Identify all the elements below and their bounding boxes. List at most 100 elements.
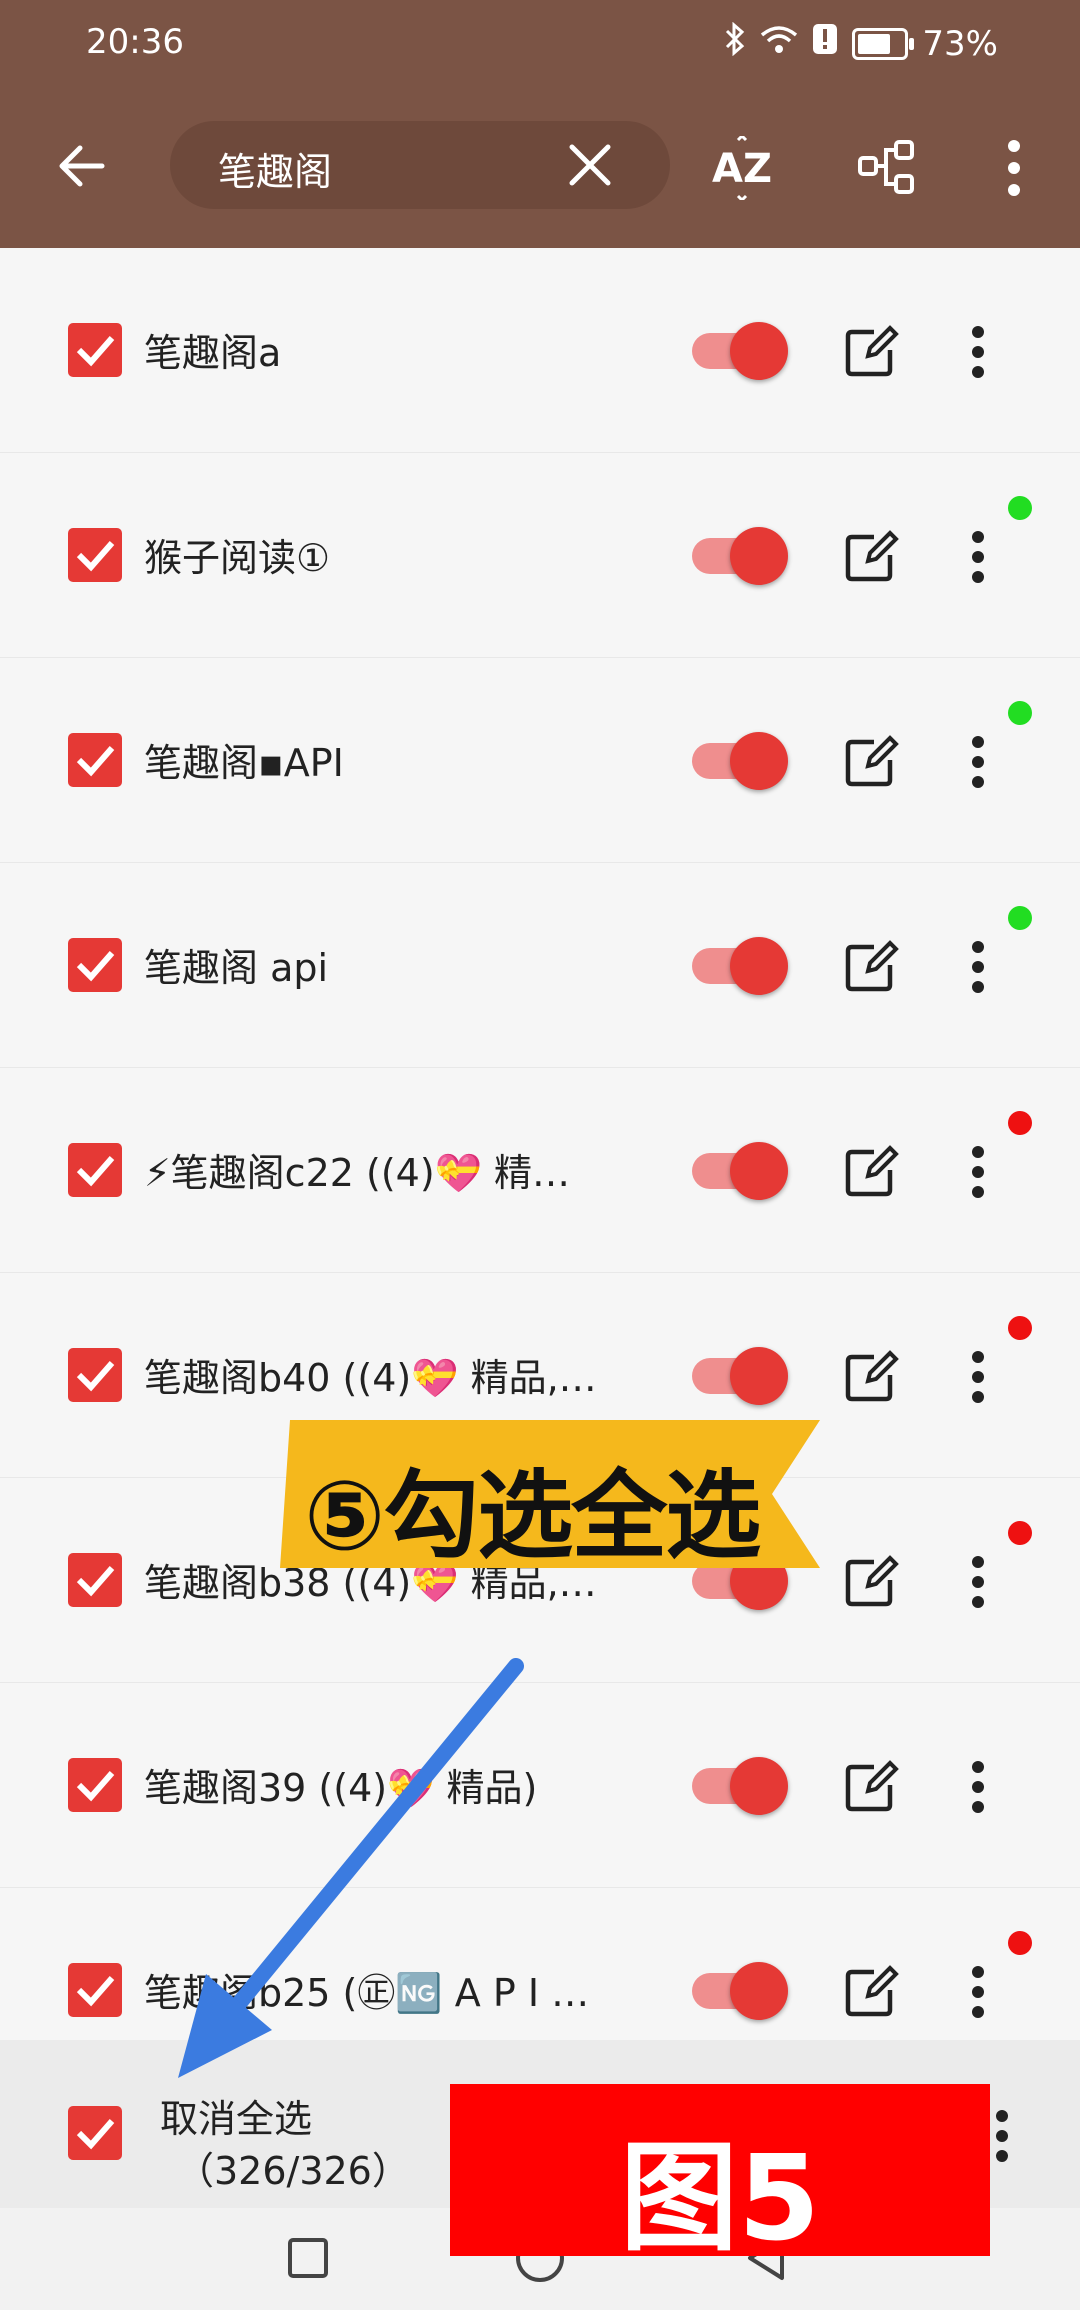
back-button[interactable] (52, 134, 116, 198)
check-icon (76, 336, 115, 367)
enable-switch[interactable] (692, 1347, 788, 1405)
figure-label: 图5 (619, 2129, 821, 2267)
source-name: 笔趣阁a (144, 331, 282, 375)
check-icon (76, 541, 115, 572)
edit-icon (845, 1965, 899, 2017)
figure-label-box: 图5 (450, 2084, 990, 2267)
sort-button[interactable]: AZ (710, 133, 774, 203)
check-icon (76, 1566, 115, 1597)
search-input[interactable]: 笔趣阁 (218, 141, 332, 196)
edit-button[interactable] (840, 1347, 900, 1407)
source-name: ⚡笔趣阁c22 ((4)💝 精… (144, 1151, 571, 1195)
row-more-button[interactable] (960, 1347, 996, 1407)
step-banner-text: ⑤勾选全选 (304, 1460, 761, 1572)
check-icon (76, 2119, 115, 2150)
enable-switch[interactable] (692, 732, 788, 790)
list-item[interactable]: 笔趣阁▪API (0, 658, 1080, 864)
edit-icon (845, 735, 899, 787)
status-dot (1008, 1931, 1032, 1955)
row-more-button[interactable] (960, 1757, 996, 1817)
edit-icon (845, 940, 899, 992)
enable-switch[interactable] (692, 937, 788, 995)
status-bar: 20:36 73% (0, 18, 1080, 68)
status-dot (1008, 906, 1032, 930)
more-vert-icon (972, 531, 984, 583)
row-more-button[interactable] (960, 937, 996, 997)
tree-icon (858, 140, 914, 194)
edit-button[interactable] (840, 1552, 900, 1612)
list-item[interactable]: 笔趣阁 api (0, 863, 1080, 1069)
row-more-button[interactable] (960, 1552, 996, 1612)
edit-button[interactable] (840, 527, 900, 587)
bluetooth-icon (724, 21, 746, 65)
recents-button[interactable] (276, 2226, 340, 2290)
status-dot (1008, 1521, 1032, 1545)
row-more-button[interactable] (960, 732, 996, 792)
edit-button[interactable] (840, 1757, 900, 1817)
more-vert-icon (972, 736, 984, 788)
list-item[interactable]: 猴子阅读① (0, 453, 1080, 659)
source-name: 猴子阅读① (144, 536, 331, 580)
edit-icon (845, 325, 899, 377)
more-vert-icon (972, 1556, 984, 1608)
row-more-button[interactable] (960, 1962, 996, 2022)
check-icon (76, 1156, 115, 1187)
more-vert-icon (972, 326, 984, 378)
overflow-menu-button[interactable] (996, 136, 1032, 200)
search-field[interactable]: 笔趣阁 (170, 121, 670, 209)
check-icon (76, 1771, 115, 1802)
row-checkbox[interactable] (68, 1963, 122, 2017)
list-item[interactable]: ⚡笔趣阁c22 ((4)💝 精… (0, 1068, 1080, 1274)
row-more-button[interactable] (960, 1142, 996, 1202)
source-name: 笔趣阁b25 (㊣🆖 A P I … (144, 1971, 590, 2015)
status-time: 20:36 (86, 22, 184, 62)
source-name: 笔趣阁▪API (144, 741, 344, 785)
list-item[interactable]: 笔趣阁a (0, 248, 1080, 454)
source-name: 笔趣阁 api (144, 946, 329, 990)
enable-switch[interactable] (692, 322, 788, 380)
square-icon (288, 2238, 328, 2278)
edit-button[interactable] (840, 322, 900, 382)
status-dot (1008, 1316, 1032, 1340)
list-item[interactable]: 笔趣阁39 ((4)💝 精品) (0, 1683, 1080, 1889)
status-dot (1008, 701, 1032, 725)
check-icon (76, 746, 115, 777)
more-vert-icon (1008, 140, 1020, 196)
row-checkbox[interactable] (68, 1758, 122, 1812)
row-checkbox[interactable] (68, 1143, 122, 1197)
check-icon (76, 951, 115, 982)
edit-icon (845, 1760, 899, 1812)
wifi-icon (760, 24, 798, 64)
row-more-button[interactable] (960, 527, 996, 587)
more-vert-icon (972, 1146, 984, 1198)
row-checkbox[interactable] (68, 323, 122, 377)
clear-search-button[interactable] (566, 141, 614, 189)
row-more-button[interactable] (960, 322, 996, 382)
battery-icon (852, 27, 915, 60)
edit-button[interactable] (840, 937, 900, 997)
enable-switch[interactable] (692, 1962, 788, 2020)
more-vert-icon (972, 1351, 984, 1403)
source-name: 笔趣阁b40 ((4)💝 精品,… (144, 1356, 597, 1400)
more-vert-icon (972, 1761, 984, 1813)
edit-icon (845, 1555, 899, 1607)
row-checkbox[interactable] (68, 938, 122, 992)
edit-icon (845, 1145, 899, 1197)
edit-button[interactable] (840, 1142, 900, 1202)
row-checkbox[interactable] (68, 1348, 122, 1402)
edit-button[interactable] (840, 1962, 900, 2022)
row-checkbox[interactable] (68, 733, 122, 787)
select-all-checkbox[interactable] (68, 2106, 122, 2160)
deselect-all-label[interactable]: 取消全选 (160, 2088, 312, 2143)
check-icon (76, 1361, 115, 1392)
group-button[interactable] (856, 136, 920, 200)
enable-switch[interactable] (692, 1142, 788, 1200)
edit-button[interactable] (840, 732, 900, 792)
enable-switch[interactable] (692, 527, 788, 585)
edit-icon (845, 1350, 899, 1402)
close-icon (569, 144, 611, 186)
alert-icon (812, 23, 838, 64)
enable-switch[interactable] (692, 1757, 788, 1815)
row-checkbox[interactable] (68, 528, 122, 582)
row-checkbox[interactable] (68, 1553, 122, 1607)
